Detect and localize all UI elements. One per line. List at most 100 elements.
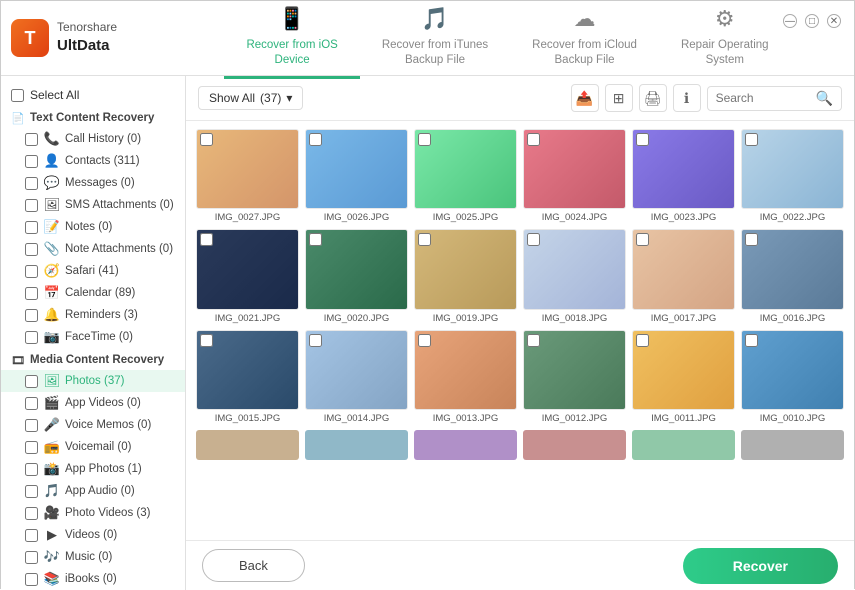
- back-button[interactable]: Back: [202, 549, 305, 582]
- sidebar-item-ibooks[interactable]: 📚iBooks (0): [1, 568, 185, 590]
- photo-checkbox[interactable]: [200, 334, 213, 347]
- select-all-checkbox[interactable]: [11, 89, 24, 102]
- photo-item-img-11[interactable]: IMG_0011.JPG: [632, 330, 735, 424]
- photo-checkbox[interactable]: [527, 133, 540, 146]
- sidebar-item-app-videos[interactable]: 🎬App Videos (0): [1, 392, 185, 414]
- sidebar-item-sms-attachments[interactable]: 🖼SMS Attachments (0): [1, 194, 185, 216]
- photo-label: IMG_0011.JPG: [632, 413, 735, 424]
- show-all-button[interactable]: Show All (37) ▾: [198, 86, 303, 110]
- photo-checkbox[interactable]: [527, 233, 540, 246]
- select-all-row[interactable]: Select All: [1, 84, 185, 106]
- photo-item-img-27[interactable]: IMG_0027.JPG: [196, 129, 299, 223]
- photo-checkbox[interactable]: [418, 334, 431, 347]
- photo-label: IMG_0015.JPG: [196, 413, 299, 424]
- photo-item-img-19[interactable]: IMG_0019.JPG: [414, 229, 517, 323]
- sidebar-item-voicemail[interactable]: 📻Voicemail (0): [1, 436, 185, 458]
- sidebar-item-reminders[interactable]: 🔔Reminders (3): [1, 304, 185, 326]
- photo-item-img-20[interactable]: IMG_0020.JPG: [305, 229, 408, 323]
- photos-icon: 🖼: [44, 373, 60, 389]
- tab-recover-icloud[interactable]: ☁ Recover from iCloudBackup File: [510, 0, 659, 79]
- grid-view-button[interactable]: ⊞: [605, 84, 633, 112]
- minimize-button[interactable]: —: [783, 14, 797, 28]
- sidebar-item-app-audio[interactable]: 🎵App Audio (0): [1, 480, 185, 502]
- photo-label: IMG_0010.JPG: [741, 413, 844, 424]
- content-toolbar: Show All (37) ▾ 📤 ⊞ 🖨 ℹ 🔍: [186, 76, 854, 121]
- app-videos-icon: 🎬: [44, 395, 60, 411]
- photo-thumbnail: [414, 229, 517, 309]
- photo-label: IMG_0026.JPG: [305, 212, 408, 223]
- photo-label: IMG_0023.JPG: [632, 212, 735, 223]
- print-button[interactable]: 🖨: [639, 84, 667, 112]
- photo-item-img-17[interactable]: IMG_0017.JPG: [632, 229, 735, 323]
- photo-thumbnail: [523, 129, 626, 209]
- photo-checkbox[interactable]: [200, 133, 213, 146]
- photo-item-img-22[interactable]: IMG_0022.JPG: [741, 129, 844, 223]
- voice-memos-icon: 🎤: [44, 417, 60, 433]
- photo-checkbox[interactable]: [745, 133, 758, 146]
- photo-checkbox[interactable]: [309, 334, 322, 347]
- photo-item-img-10[interactable]: IMG_0010.JPG: [741, 330, 844, 424]
- photo-item-img-12[interactable]: IMG_0012.JPG: [523, 330, 626, 424]
- close-button[interactable]: ✕: [827, 14, 841, 28]
- photo-checkbox[interactable]: [527, 334, 540, 347]
- photo-item-img-15[interactable]: IMG_0015.JPG: [196, 330, 299, 424]
- photo-thumbnail: [305, 129, 408, 209]
- recover-button[interactable]: Recover: [683, 548, 838, 584]
- photo-label: IMG_0014.JPG: [305, 413, 408, 424]
- photo-thumbnail: [305, 330, 408, 410]
- photo-thumbnail: [523, 229, 626, 309]
- photo-item-img-14[interactable]: IMG_0014.JPG: [305, 330, 408, 424]
- sidebar-item-photo-videos[interactable]: 🎥Photo Videos (3): [1, 502, 185, 524]
- photo-label: IMG_0012.JPG: [523, 413, 626, 424]
- photo-checkbox[interactable]: [745, 233, 758, 246]
- search-box: 🔍: [707, 86, 842, 111]
- info-button[interactable]: ℹ: [673, 84, 701, 112]
- photo-checkbox[interactable]: [418, 133, 431, 146]
- sidebar-item-photos[interactable]: 🖼Photos (37): [1, 370, 185, 392]
- photo-item-img-23[interactable]: IMG_0023.JPG: [632, 129, 735, 223]
- photo-videos-icon: 🎥: [44, 505, 60, 521]
- photo-label: IMG_0027.JPG: [196, 212, 299, 223]
- photo-item-img-16[interactable]: IMG_0016.JPG: [741, 229, 844, 323]
- photo-label: IMG_0013.JPG: [414, 413, 517, 424]
- search-icon: 🔍: [816, 90, 833, 107]
- maximize-button[interactable]: □: [805, 14, 819, 28]
- photo-thumbnail: [414, 330, 517, 410]
- photo-checkbox[interactable]: [745, 334, 758, 347]
- photo-checkbox[interactable]: [200, 233, 213, 246]
- photo-checkbox[interactable]: [309, 233, 322, 246]
- photo-checkbox[interactable]: [418, 233, 431, 246]
- photo-item-img-24[interactable]: IMG_0024.JPG: [523, 129, 626, 223]
- app-header: T Tenorshare UltData 📱 Recover from iOSD…: [1, 1, 854, 76]
- photo-checkbox[interactable]: [636, 233, 649, 246]
- sidebar-item-music[interactable]: 🎶Music (0): [1, 546, 185, 568]
- sidebar-item-videos[interactable]: ▶Videos (0): [1, 524, 185, 546]
- photo-item-img-26[interactable]: IMG_0026.JPG: [305, 129, 408, 223]
- search-input[interactable]: [716, 91, 816, 105]
- sidebar: Select All 📄 Text Content Recovery 📞Call…: [1, 76, 186, 590]
- call-history-icon: 📞: [44, 131, 60, 147]
- sidebar-item-note-attachments[interactable]: 📎Note Attachments (0): [1, 238, 185, 260]
- photo-item-img-18[interactable]: IMG_0018.JPG: [523, 229, 626, 323]
- photo-item-img-13[interactable]: IMG_0013.JPG: [414, 330, 517, 424]
- tab-recover-ios[interactable]: 📱 Recover from iOSDevice: [224, 0, 359, 79]
- music-icon: 🎶: [44, 549, 60, 565]
- sidebar-item-voice-memos[interactable]: 🎤Voice Memos (0): [1, 414, 185, 436]
- tab-repair-os[interactable]: ⚙ Repair OperatingSystem: [659, 0, 791, 79]
- sidebar-item-notes[interactable]: 📝Notes (0): [1, 216, 185, 238]
- photo-item-img-21[interactable]: IMG_0021.JPG: [196, 229, 299, 323]
- sidebar-item-call-history[interactable]: 📞Call History (0): [1, 128, 185, 150]
- sidebar-item-messages[interactable]: 💬Messages (0): [1, 172, 185, 194]
- sidebar-item-facetime[interactable]: 📷FaceTime (0): [1, 326, 185, 348]
- photo-checkbox[interactable]: [636, 334, 649, 347]
- sidebar-item-safari[interactable]: 🧭Safari (41): [1, 260, 185, 282]
- photo-item-img-25[interactable]: IMG_0025.JPG: [414, 129, 517, 223]
- photo-checkbox[interactable]: [636, 133, 649, 146]
- export-button[interactable]: 📤: [571, 84, 599, 112]
- sidebar-item-app-photos[interactable]: 📸App Photos (1): [1, 458, 185, 480]
- sidebar-item-contacts[interactable]: 👤Contacts (311): [1, 150, 185, 172]
- tab-recover-itunes[interactable]: 🎵 Recover from iTunesBackup File: [360, 0, 510, 79]
- tab-ios-label: Recover from iOSDevice: [246, 38, 337, 68]
- sidebar-item-calendar[interactable]: 📅Calendar (89): [1, 282, 185, 304]
- photo-checkbox[interactable]: [309, 133, 322, 146]
